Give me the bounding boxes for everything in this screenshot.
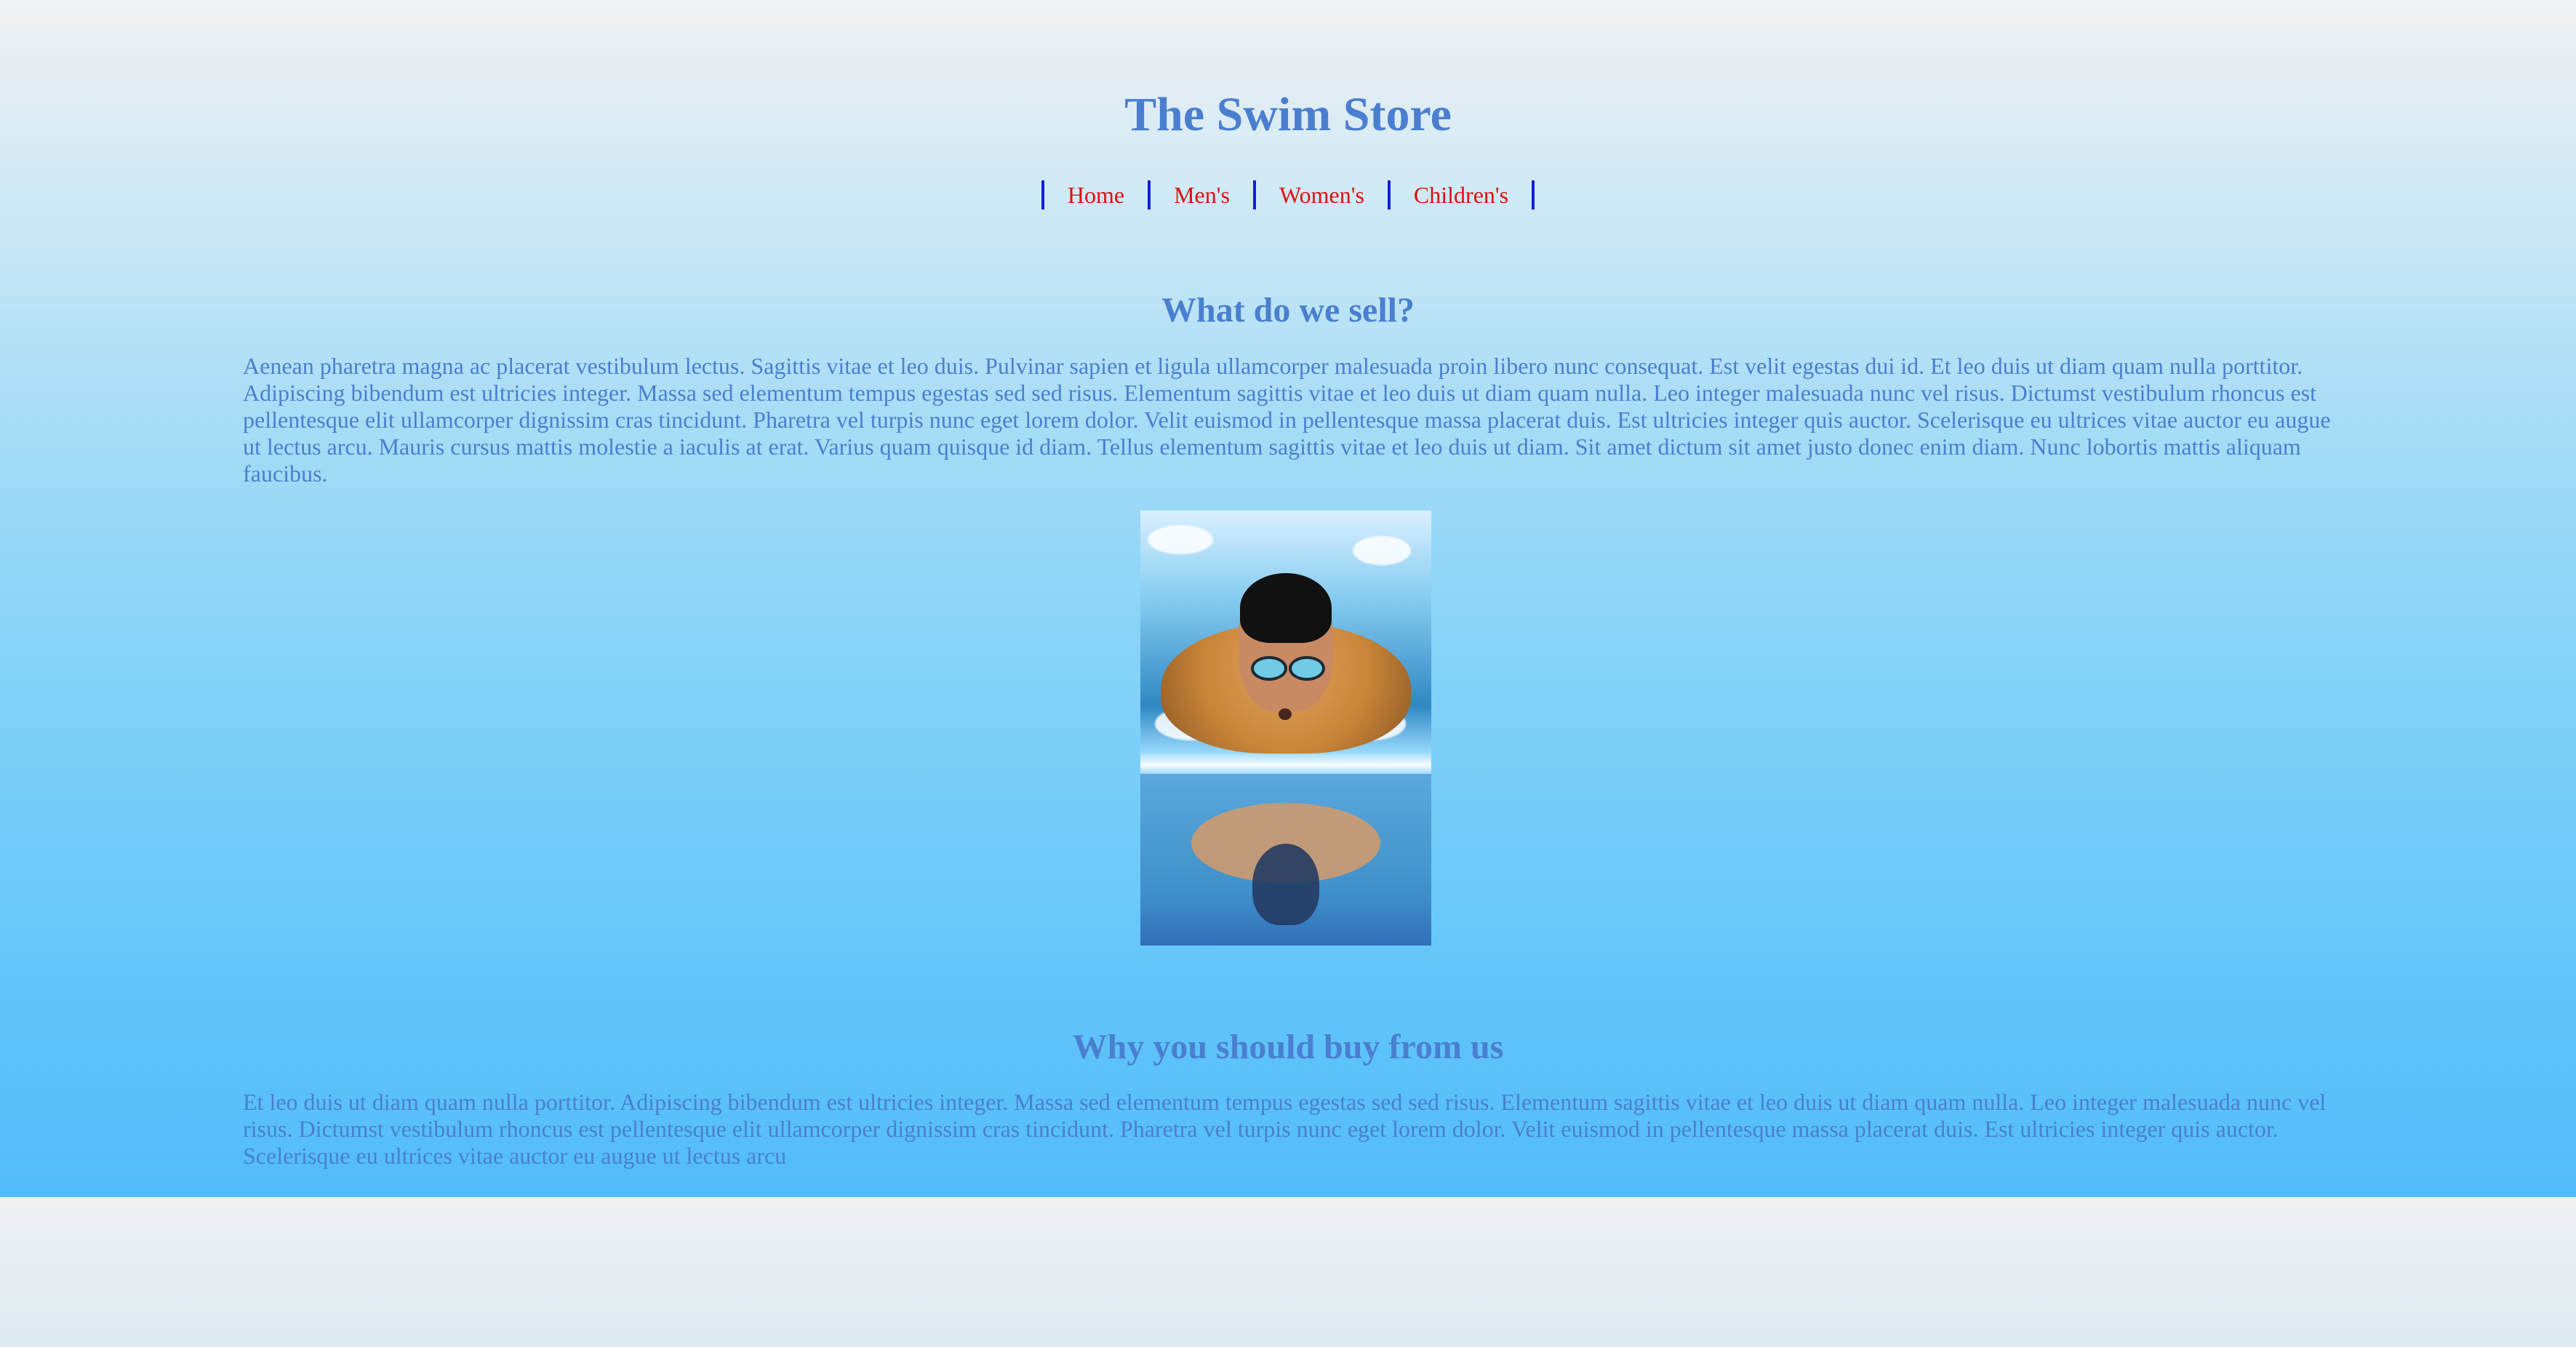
swimmer-photo (1140, 511, 1431, 946)
water-reflection (1140, 774, 1431, 946)
water-splash (1148, 525, 1213, 554)
water-surface (1140, 754, 1431, 776)
nav-home-link[interactable]: Home (1041, 180, 1148, 209)
what-we-sell-heading: What do we sell? (1161, 290, 1415, 329)
nav-mens-link[interactable]: Men's (1148, 180, 1253, 209)
why-buy-text: Et leo duis ut diam quam nulla porttitor… (243, 1089, 2327, 1169)
main-navigation: Home Men's Women's Children's (0, 180, 2576, 209)
left-goggle (1251, 656, 1287, 681)
page-title: The Swim Store (1124, 88, 1452, 142)
why-buy-heading: Why you should buy from us (1072, 1027, 1504, 1066)
swim-cap (1240, 573, 1332, 643)
swimmer-mouth (1279, 708, 1292, 720)
reflected-head (1252, 844, 1319, 925)
nav-childrens-link[interactable]: Children's (1387, 180, 1535, 209)
right-goggle (1289, 656, 1325, 681)
water-splash (1353, 536, 1411, 565)
what-we-sell-text: Aenean pharetra magna ac placerat vestib… (243, 353, 2331, 487)
footer-background (0, 1197, 2576, 1347)
nav-womens-link[interactable]: Women's (1252, 180, 1388, 209)
